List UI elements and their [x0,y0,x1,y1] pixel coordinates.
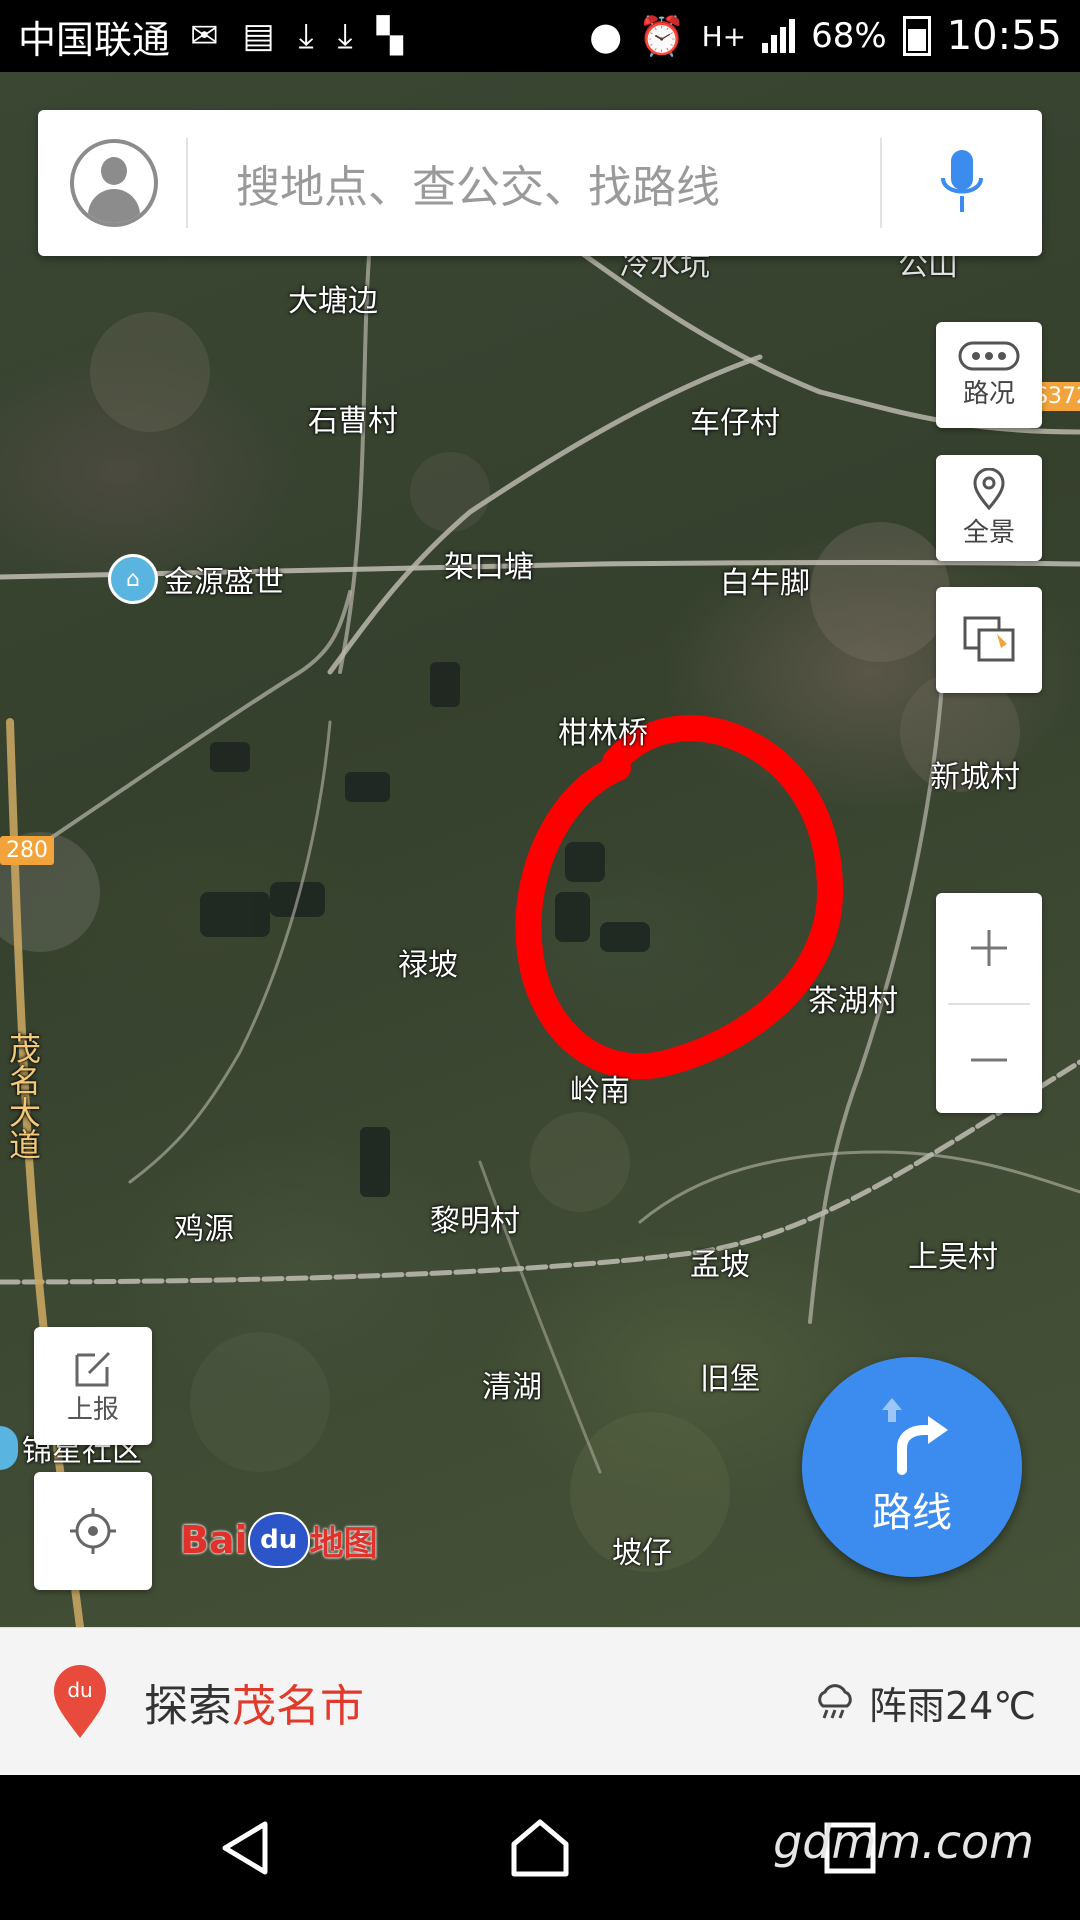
zoom-in-button[interactable] [936,893,1042,1003]
navigation-bar: gdmm.com [0,1775,1080,1920]
explore-text[interactable]: 探索茂名市 [144,1670,364,1734]
alarm-icon: ⏰ [638,13,686,58]
route-arrow-icon [882,1398,948,1475]
place-label[interactable]: 清湖 [482,1362,542,1406]
search-input[interactable]: 搜地点、查公交、找路线 [188,151,880,215]
qr-icon: ▚ [376,16,403,56]
place-label[interactable]: 上吴村 [908,1232,998,1276]
paw-icon: du [247,1512,310,1568]
minus-icon [971,1058,1007,1062]
back-button[interactable] [200,1775,290,1920]
baidu-logo: Bai du 地图 [180,1512,378,1568]
battery-percent: 68% [811,16,887,56]
rain-cloud-icon [818,1684,852,1719]
microphone-icon[interactable] [882,110,1042,256]
wechat-icon: ✉ [190,16,219,56]
weather-text: 阵雨24℃ [868,1683,1036,1728]
watermark: gdmm.com [773,1815,1034,1869]
building-icon: ⌂ [108,554,158,604]
du-pin-icon: du [54,1665,106,1738]
building-icon [0,1426,18,1470]
city-name: 茂名市 [232,1681,364,1732]
poi-label: 金源盛世 [164,565,284,600]
locate-icon [70,1508,116,1554]
info-bar[interactable]: du 探索茂名市 阵雨24℃ [0,1627,1080,1776]
traffic-icon [958,341,1020,370]
place-label[interactable]: 黎明村 [430,1196,520,1240]
battery-icon [902,16,931,56]
traffic-label: 路况 [962,378,1015,409]
avatar[interactable] [70,139,158,227]
report-label: 上报 [66,1394,119,1425]
place-label[interactable]: 鸡源 [174,1204,234,1248]
place-label[interactable]: 新城村 [930,752,1020,796]
plus-icon [971,930,1007,966]
place-label[interactable]: 坡仔 [612,1528,672,1572]
clipboard-icon: ▤ [242,16,275,56]
place-label[interactable]: 孟坡 [690,1240,750,1284]
road-badge: 280 [0,836,54,865]
signal-icon [762,19,796,53]
clock: 10:55 [946,13,1062,59]
place-label[interactable]: 车仔村 [690,398,780,442]
place-label[interactable]: 架口塘 [444,542,534,586]
zoom-control [936,893,1042,1113]
home-icon [511,1819,569,1876]
svg-text:du: du [67,1678,92,1702]
status-bar: 中国联通 ✉ ▤ ⤓ ⤓ ▚ ● ⏰ H+ 68% 10:55 [0,0,1080,72]
place-label[interactable]: 禄坡 [398,940,458,984]
network-type: H+ [701,19,747,53]
search-box[interactable]: 搜地点、查公交、找路线 [38,110,1042,256]
route-label: 路线 [872,1490,952,1536]
place-label[interactable]: 柑林桥 [558,708,648,752]
home-button[interactable] [494,1775,586,1920]
carrier-name: 中国联通 [18,17,171,62]
download-icon: ⤓ [337,16,353,56]
panorama-button[interactable]: 全景 [936,455,1042,561]
panorama-label: 全景 [962,517,1015,548]
weather[interactable]: 阵雨24℃ [813,1675,1036,1730]
pin-icon [973,467,1005,510]
edit-icon [75,1351,111,1386]
zoom-out-button[interactable] [936,1005,1042,1115]
back-icon [222,1821,268,1874]
location-icon: ● [589,14,623,58]
place-label[interactable]: 茶湖村 [808,976,898,1020]
traffic-button[interactable]: 路况 [936,322,1042,428]
layers-button[interactable] [936,587,1042,693]
place-label[interactable]: 岭南 [570,1066,630,1110]
locate-button[interactable] [34,1472,152,1590]
place-label[interactable]: 石曹村 [308,396,398,440]
report-button[interactable]: 上报 [34,1327,152,1445]
poi-jinyuanshengshi[interactable]: ⌂ 金源盛世 [108,554,284,604]
place-label[interactable]: 大塘边 [288,276,378,320]
road-label: 茂名大道 [4,1032,42,1160]
download-icon: ⤓ [298,16,314,56]
place-label[interactable]: 旧堡 [700,1354,760,1398]
route-button[interactable]: 路线 [802,1357,1022,1577]
place-label[interactable]: 白牛脚 [720,558,810,602]
layers-icon [963,616,1015,662]
